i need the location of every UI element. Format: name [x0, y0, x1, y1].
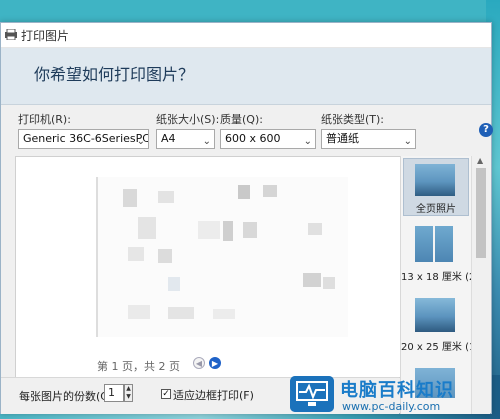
paper-type-select[interactable]: 普通纸 ⌄ [321, 129, 416, 149]
help-icon[interactable]: ? [479, 123, 493, 137]
fit-frame-label: 适应边框打印(F) [173, 389, 254, 402]
preview-page [96, 177, 348, 337]
layout-caption: 全页照片 [416, 204, 456, 215]
paper-size-value: A4 [161, 132, 176, 145]
print-preview [15, 156, 401, 378]
printer-photo-icon [5, 29, 17, 40]
copies-input[interactable]: 1 [104, 384, 124, 402]
chevron-up-icon[interactable]: ▲ [477, 156, 483, 165]
quality-label: 质量(Q): [220, 113, 263, 126]
landscape-thumbnail [415, 298, 455, 332]
title-bar: 打印图片 [1, 23, 491, 48]
scroll-thumb[interactable] [476, 168, 486, 258]
watermark-url: www.pc-daily.com [342, 400, 441, 413]
layout-caption: 13 x 18 厘米 (2) [401, 272, 471, 283]
quality-value: 600 x 600 [225, 132, 281, 145]
layout-option-20x25[interactable]: 20 x 25 厘米 (1) [401, 296, 471, 356]
chevron-down-icon: ⌄ [403, 136, 412, 147]
quality-select[interactable]: 600 x 600 ⌄ [220, 129, 316, 149]
layout-option-full-page[interactable]: 全页照片 [401, 158, 471, 216]
chevron-down-icon: ⌄ [303, 136, 312, 147]
paper-size-select[interactable]: A4 ⌄ [156, 129, 215, 149]
copies-label: 每张图片的份数(C): [19, 390, 116, 403]
printer-value: Generic 36C-6SeriesPCL [23, 132, 149, 145]
previous-page-button[interactable]: ◀ [193, 357, 205, 369]
layout-caption: 20 x 25 厘米 (1) [401, 342, 471, 353]
options-row: 打印机(R): Generic 36C-6SeriesPCL ⌄ 纸张大小(S)… [1, 105, 491, 155]
paper-size-label: 纸张大小(S): [156, 113, 220, 126]
chevron-down-icon: ⌄ [136, 136, 145, 147]
stepper-down-icon[interactable]: ▼ [125, 393, 132, 401]
window-title: 打印图片 [21, 29, 70, 43]
print-pictures-window: 打印图片 你希望如何打印图片？ 打印机(R): Generic 36C-6Ser… [0, 22, 493, 414]
paper-type-label: 纸张类型(T): [321, 113, 385, 126]
landscape-thumbnail [415, 226, 433, 262]
chevron-down-icon: ⌄ [202, 136, 211, 147]
copies-stepper[interactable]: ▲ ▼ [124, 384, 133, 402]
next-page-button[interactable]: ▶ [209, 357, 221, 369]
paper-type-value: 普通纸 [326, 132, 359, 145]
printer-select[interactable]: Generic 36C-6SeriesPCL ⌄ [18, 129, 149, 149]
landscape-thumbnail [415, 164, 455, 196]
site-watermark: 电脑百科知识 www.pc-daily.com [290, 376, 500, 414]
page-indicator: 第 1 页，共 2 页 [97, 360, 180, 373]
layout-option-13x18[interactable]: 13 x 18 厘米 (2) [401, 226, 471, 286]
fit-frame-checkbox[interactable]: ✓ [161, 389, 171, 399]
landscape-thumbnail [435, 226, 453, 262]
stepper-up-icon[interactable]: ▲ [125, 385, 132, 393]
printer-label: 打印机(R): [18, 113, 71, 126]
monitor-pulse-icon [290, 376, 334, 412]
watermark-title: 电脑百科知识 [340, 380, 454, 401]
page-question: 你希望如何打印图片？ [34, 65, 195, 84]
